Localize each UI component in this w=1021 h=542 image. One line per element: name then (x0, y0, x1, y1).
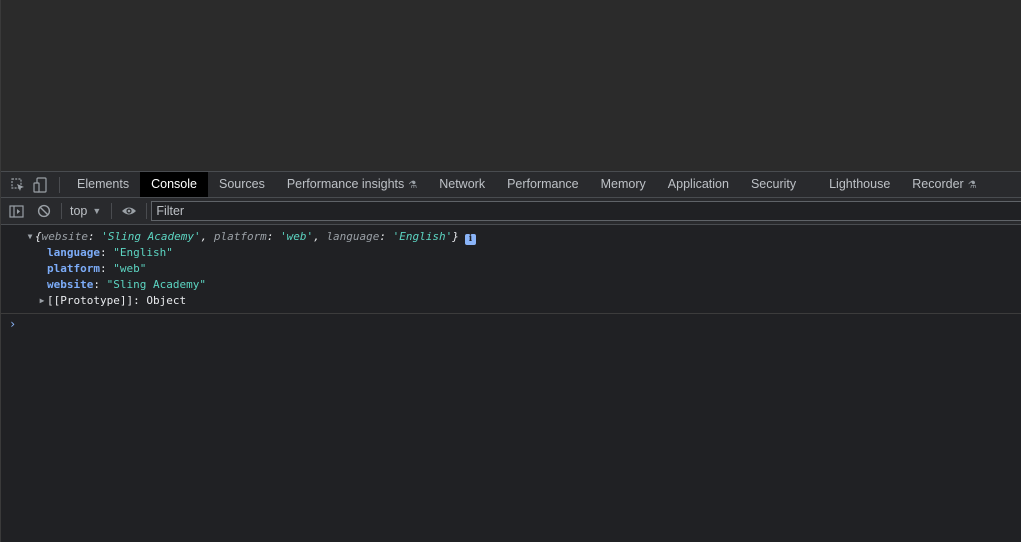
toolbar-separator (61, 203, 62, 219)
tab-console[interactable]: Console (140, 172, 208, 197)
object-preview-line[interactable]: ▼ {website: 'Sling Academy', platform: 'w… (1, 229, 1021, 245)
tab-label: Console (151, 177, 197, 191)
tab-label: Recorder (912, 177, 964, 191)
tab-elements[interactable]: Elements (66, 172, 140, 197)
object-properties: language: "English" platform: "web" websit… (1, 245, 1021, 293)
preview-key: platform (213, 230, 267, 243)
tab-label: Network (439, 177, 486, 191)
tab-network[interactable]: Network (428, 172, 496, 197)
tab-memory[interactable]: Memory (590, 172, 657, 197)
show-sidebar-icon[interactable] (5, 200, 27, 222)
experimental-flask-icon: ⚗ (408, 180, 418, 191)
tab-label: Performance insights (286, 177, 405, 191)
tab-label: Application (667, 177, 729, 191)
property-key: website (47, 278, 94, 291)
filter-input[interactable] (151, 201, 1021, 221)
console-prompt[interactable]: › (1, 314, 1021, 334)
collapsed-triangle-icon[interactable]: ▶ (37, 293, 47, 309)
toolbar-separator (59, 176, 60, 193)
preview-key: website (41, 230, 88, 243)
chevron-down-icon: ▼ (92, 206, 102, 216)
prompt-chevron-icon: › (9, 317, 17, 331)
device-toolbar-icon[interactable] (29, 174, 51, 196)
preview-key: language (326, 230, 380, 243)
tab-performance-insights[interactable]: Performance insights ⚗ (276, 172, 428, 197)
tab-performance[interactable]: Performance (496, 172, 590, 197)
toolbar-separator (146, 203, 148, 219)
tab-lighthouse[interactable]: Lighthouse (818, 172, 901, 197)
preview-value: 'Sling Academy' (101, 230, 201, 243)
console-log-entry: ▼ {website: 'Sling Academy', platform: 'w… (1, 225, 1021, 314)
tab-list: Elements Console Sources Performance insigh… (66, 172, 988, 197)
expanded-triangle-icon[interactable]: ▼ (25, 229, 35, 245)
prototype-key: [[Prototype]] (47, 294, 134, 307)
inspect-element-icon[interactable] (7, 174, 29, 196)
preview-value: 'English' (392, 230, 453, 243)
tab-label: Performance (507, 177, 579, 191)
tab-security[interactable]: Security (740, 172, 818, 197)
prototype-line[interactable]: ▶ [[Prototype]]: Object (1, 293, 1021, 309)
object-property[interactable]: website: "Sling Academy" (1, 277, 1021, 293)
brace-open: { (35, 230, 42, 243)
live-expression-icon[interactable] (118, 200, 140, 222)
property-value: "web" (113, 262, 147, 275)
object-property[interactable]: platform: "web" (1, 261, 1021, 277)
property-value: "English" (113, 246, 173, 259)
prototype-value: Object (146, 294, 187, 307)
tab-label: Sources (218, 177, 265, 191)
devtools-panel: Elements Console Sources Performance insigh… (0, 171, 1021, 542)
toolbar-separator (111, 203, 113, 219)
tab-sources[interactable]: Sources (208, 172, 276, 197)
js-context-select[interactable]: top ▼ (64, 200, 105, 222)
object-property[interactable]: language: "English" (1, 245, 1021, 261)
tab-label: Security (750, 177, 797, 191)
brace-close: } (452, 230, 459, 243)
tab-label: Lighthouse (829, 177, 891, 191)
tab-application[interactable]: Application (657, 172, 740, 197)
js-context-value: top (70, 204, 88, 218)
devtools-tabbar: Elements Console Sources Performance insigh… (1, 171, 1021, 198)
console-messages: ▼ {website: 'Sling Academy', platform: 'w… (1, 225, 1021, 542)
property-value: "Sling Academy" (106, 278, 206, 291)
clear-console-icon[interactable] (33, 200, 55, 222)
property-key: language (47, 246, 100, 259)
tab-recorder[interactable]: Recorder ⚗ (901, 172, 987, 197)
info-icon[interactable]: i (464, 234, 476, 245)
tab-label: Elements (77, 177, 130, 191)
object-preview: {website: 'Sling Academy', platform: 'we… (35, 230, 459, 243)
preview-value: 'web' (280, 230, 314, 243)
property-key: platform (47, 262, 100, 275)
tab-label: Memory (600, 177, 646, 191)
inspected-page-area (0, 0, 1021, 171)
console-toolbar: top ▼ (1, 198, 1021, 225)
experimental-flask-icon: ⚗ (967, 180, 977, 191)
